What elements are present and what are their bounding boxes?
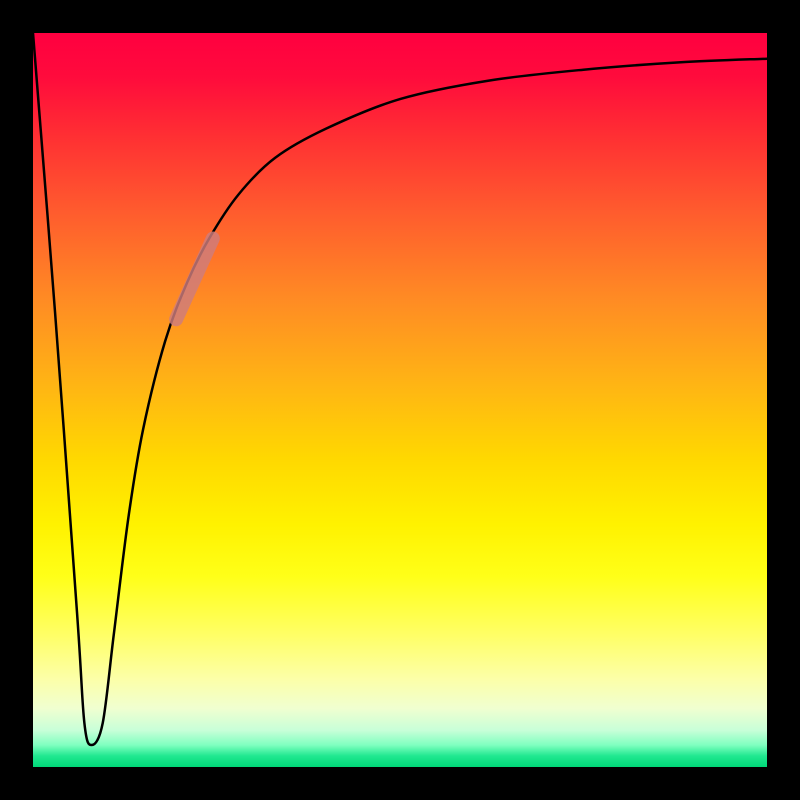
- frame-left: [0, 0, 33, 800]
- highlight-marker: [176, 239, 213, 320]
- chart-svg: [33, 33, 767, 767]
- frame-right: [767, 0, 800, 800]
- chart-stage: TheBottleneck.com: [0, 0, 800, 800]
- frame-top: [0, 0, 800, 33]
- frame-bottom: [0, 767, 800, 800]
- bottleneck-curve: [33, 33, 767, 745]
- plot-area: [33, 33, 767, 767]
